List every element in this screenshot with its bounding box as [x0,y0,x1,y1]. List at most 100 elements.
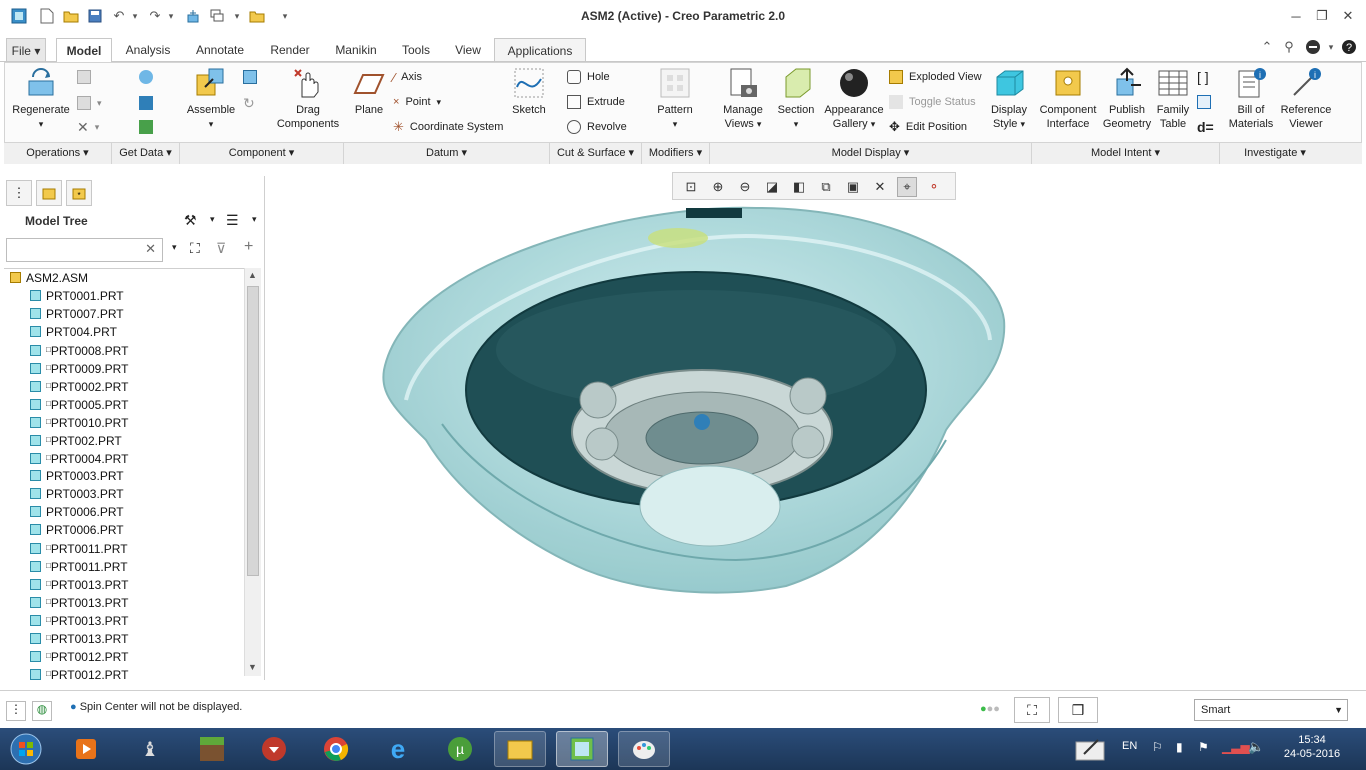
sketch-button[interactable]: Sketch [507,67,551,117]
tree-item[interactable]: □PRT0011.PRT [30,557,128,575]
creo-taskbar-icon[interactable] [556,731,608,767]
group-investigate[interactable]: Investigate ▾ [1220,143,1330,164]
language-indicator[interactable]: EN [1122,740,1137,752]
tab-view[interactable]: View [444,38,492,62]
tree-item[interactable]: □PRT0013.PRT [30,593,128,611]
group-cut-surface[interactable]: Cut & Surface ▾ [550,143,642,164]
folder-browser-tab-icon[interactable] [36,180,62,206]
tree-item[interactable]: PRT0007.PRT [30,305,124,323]
minimize-ribbon-icon[interactable]: ⌃ [1258,38,1276,56]
minecraft-icon[interactable] [186,731,238,767]
selection-filter-dropdown-icon[interactable]: ▼ [1334,700,1343,720]
community-dropdown-icon[interactable]: ▾ [1322,38,1340,56]
tree-item[interactable]: □PRT0011.PRT [30,539,128,557]
media-player-icon[interactable] [60,731,112,767]
filter-icon[interactable]: ⊽ [216,240,226,257]
extrude-button[interactable]: Extrude [567,94,625,110]
downloader-icon[interactable] [248,731,300,767]
paste-button[interactable]: ▾ [77,95,102,111]
create-component-button[interactable] [243,69,257,85]
paint-icon[interactable] [618,731,670,767]
view-manager-icon[interactable]: ▣ [843,177,863,197]
tree-item[interactable]: □PRT0013.PRT [30,629,128,647]
favorites-tab-icon[interactable]: * [66,180,92,206]
toggle-browser-icon[interactable]: ◍ [32,701,52,721]
tree-item[interactable]: □PRT0008.PRT [30,341,128,359]
scroll-down-icon[interactable]: ▼ [248,662,257,672]
regenerate-button[interactable]: Regenerate ▾ [9,67,73,131]
tree-item[interactable]: PRT0001.PRT [30,287,124,305]
zoom-out-icon[interactable]: ⊖ [735,177,755,197]
group-operations[interactable]: Operations ▾ [4,143,112,164]
tree-item[interactable]: □PRT0013.PRT [30,575,128,593]
relations-button[interactable]: [ ] [1197,69,1209,85]
tab-analysis[interactable]: Analysis [114,38,182,62]
refit-icon[interactable]: ⊡ [681,177,701,197]
battery-icon[interactable]: ▮ [1176,740,1183,754]
appearance-gallery-button[interactable]: Appearance Gallery ▾ [819,67,889,131]
scroll-thumb[interactable] [247,286,259,576]
show-icon[interactable]: ☰ [226,212,239,229]
chess-icon[interactable]: ♝ [124,731,176,767]
network-status-icon[interactable]: ⚐ [1152,740,1163,754]
group-datum[interactable]: Datum ▾ [344,143,550,164]
axis-button[interactable]: ⁄ Axis [393,69,422,85]
parameters-button[interactable] [1197,94,1211,110]
volume-icon[interactable]: 🔈 [1248,739,1264,755]
regenerate-dropdown-icon[interactable]: ▾ [9,117,73,131]
selection-box-button[interactable]: ❒ [1058,697,1098,723]
tree-item[interactable]: □PRT0012.PRT [30,647,128,665]
point-dropdown-icon[interactable]: ▾ [437,97,442,108]
tab-annotate[interactable]: Annotate [184,38,256,62]
minimize-icon[interactable]: ─ [1284,6,1308,26]
tab-applications[interactable]: Applications [494,38,586,62]
point-button[interactable]: × Point ▾ [393,94,441,110]
pattern-dropdown-icon[interactable]: ▾ [651,117,699,131]
zoom-in-icon[interactable]: ⊕ [708,177,728,197]
tree-item[interactable]: □PRT002.PRT [30,431,122,449]
tree-item[interactable]: □PRT0004.PRT [30,449,128,467]
assemble-dropdown-icon[interactable]: ▾ [181,117,241,131]
model-tree-tab-icon[interactable]: ⋮ [6,180,32,206]
drag-components-button[interactable]: Drag Components [271,67,345,131]
tab-tools[interactable]: Tools [390,38,442,62]
pattern-button[interactable]: Pattern ▾ [651,67,699,131]
tree-scrollbar[interactable]: ▲ ▼ [244,268,261,676]
tree-search-input[interactable]: ✕ [6,238,163,262]
find-binoculars-icon[interactable]: ⛶ [190,240,200,257]
scroll-up-icon[interactable]: ▲ [248,270,257,280]
coordinate-system-button[interactable]: ✳ Coordinate System [393,119,503,135]
tree-item[interactable]: □PRT0013.PRT [30,611,128,629]
edit-position-button[interactable]: ✥ Edit Position [889,119,967,135]
selection-filter-select[interactable]: Smart ▼ [1194,699,1348,721]
family-table-button[interactable]: Family Table [1153,67,1193,131]
search-dropdown-icon[interactable]: ▾ [172,242,177,253]
tree-item[interactable]: □PRT0002.PRT [30,377,128,395]
group-component[interactable]: Component ▾ [180,143,344,164]
assemble-button[interactable]: Assemble ▾ [181,67,241,131]
display-style-button[interactable]: Display Style ▾ [985,67,1033,131]
tab-manikin[interactable]: Manikin [324,38,388,62]
explorer-icon[interactable] [494,731,546,767]
toggle-status-button[interactable]: Toggle Status [889,94,976,110]
start-button[interactable] [0,731,52,767]
bill-of-materials-button[interactable]: i Bill of Materials [1225,67,1277,131]
tree-item[interactable]: □PRT0012.PRT [30,665,128,680]
tree-item[interactable]: PRT0003.PRT [30,485,124,503]
toggle-navigator-icon[interactable]: ⋮ [6,701,26,721]
search-icon[interactable]: ⚲ [1280,38,1298,56]
copy-geometry-button[interactable] [139,95,153,111]
internet-explorer-icon[interactable]: e [372,731,424,767]
signal-icon[interactable]: ▁▃▅ [1222,740,1250,754]
switch-dimensions-button[interactable]: d= [1197,119,1214,135]
tree-item[interactable]: □PRT0005.PRT [30,395,128,413]
spin-center-icon[interactable]: ⌖ [897,177,917,197]
plane-button[interactable]: Plane [349,67,389,117]
pen-input-icon[interactable] [1074,736,1108,762]
tree-item[interactable]: □PRT0009.PRT [30,359,128,377]
find-button[interactable]: ⛶ [1014,697,1050,723]
repaint-icon[interactable]: ◪ [762,177,782,197]
action-center-flag-icon[interactable]: ⚑ [1198,740,1209,754]
tree-item[interactable]: PRT0006.PRT [30,503,124,521]
clear-search-icon[interactable]: ✕ [145,241,156,257]
